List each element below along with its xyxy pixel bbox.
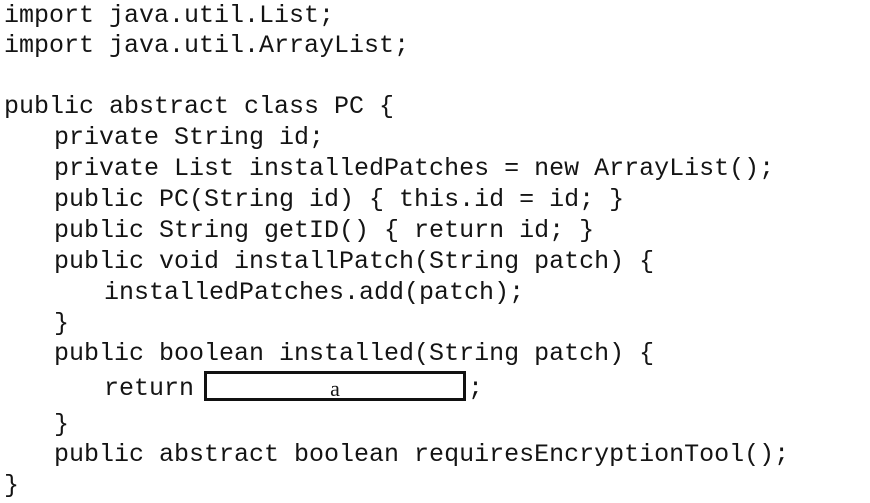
code-line-close-install-patch: }: [54, 309, 70, 338]
code-line-add-patch: installedPatches.add(patch);: [104, 278, 525, 307]
code-line-field-id: private String id;: [54, 123, 325, 152]
code-line-abstract-method: public abstract boolean requiresEncrypti…: [54, 440, 790, 469]
code-line-constructor: public PC(String id) { this.id = id; }: [54, 185, 625, 214]
code-line-class-declaration: public abstract class PC {: [4, 92, 395, 121]
return-keyword: return: [104, 374, 195, 403]
code-line-import-list: import java.util.List;: [4, 1, 335, 30]
code-line-return-blank: return a;: [4, 371, 484, 405]
code-line-installed-signature: public boolean installed(String patch) {: [54, 339, 655, 368]
code-line-install-patch-signature: public void installPatch(String patch) {: [54, 247, 655, 276]
code-line-import-arraylist: import java.util.ArrayList;: [4, 31, 410, 60]
code-line-field-installed-patches: private List installedPatches = new Arra…: [54, 154, 775, 183]
answer-blank-box: a: [204, 371, 467, 402]
code-line-close-class: }: [4, 471, 20, 500]
semicolon: ;: [468, 374, 484, 403]
code-line-get-id: public String getID() { return id; }: [54, 216, 595, 245]
code-line-close-installed: }: [54, 410, 70, 439]
